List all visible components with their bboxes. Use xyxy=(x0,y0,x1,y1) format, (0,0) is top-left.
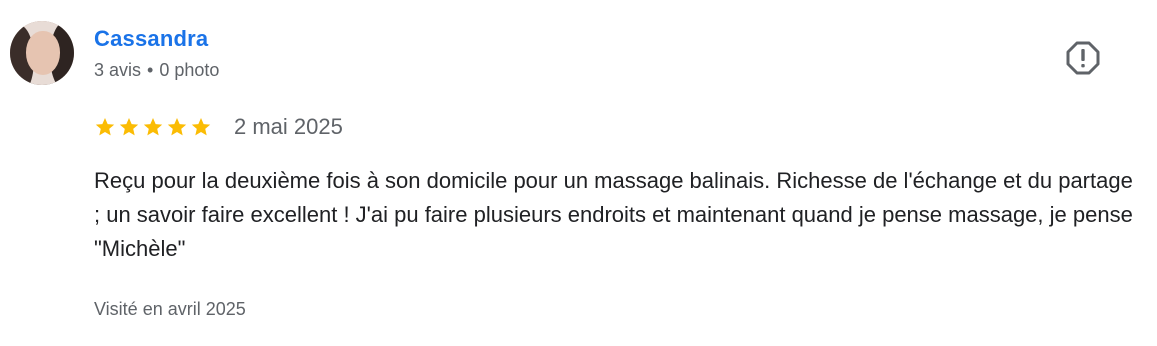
review-date: 2 mai 2025 xyxy=(234,114,343,139)
star-icon xyxy=(119,118,139,136)
avatar-face xyxy=(26,31,60,75)
star-icon xyxy=(95,118,115,136)
reviewer-photo-count: 0 photo xyxy=(159,60,220,80)
stats-separator: • xyxy=(147,60,154,80)
reviewer-name[interactable]: Cassandra xyxy=(94,26,208,52)
visit-date: Visité en avril 2025 xyxy=(94,299,246,319)
report-icon[interactable] xyxy=(1066,41,1100,75)
review-text: Reçu pour la deuxième fois à son domicil… xyxy=(94,168,1133,261)
star-icon xyxy=(191,118,211,136)
star-icon xyxy=(143,118,163,136)
reviewer-review-count: 3 avis xyxy=(94,60,142,80)
star-rating xyxy=(94,116,212,138)
review-card: Cassandra 3 avis • 0 photo 2 mai 2025 Reçu… xyxy=(0,0,1157,346)
reviewer-stats: 3 avis • 0 photo xyxy=(94,60,219,81)
star-icon xyxy=(167,118,187,136)
avatar[interactable] xyxy=(10,21,74,85)
rating-row: 2 mai 2025 xyxy=(94,113,343,141)
